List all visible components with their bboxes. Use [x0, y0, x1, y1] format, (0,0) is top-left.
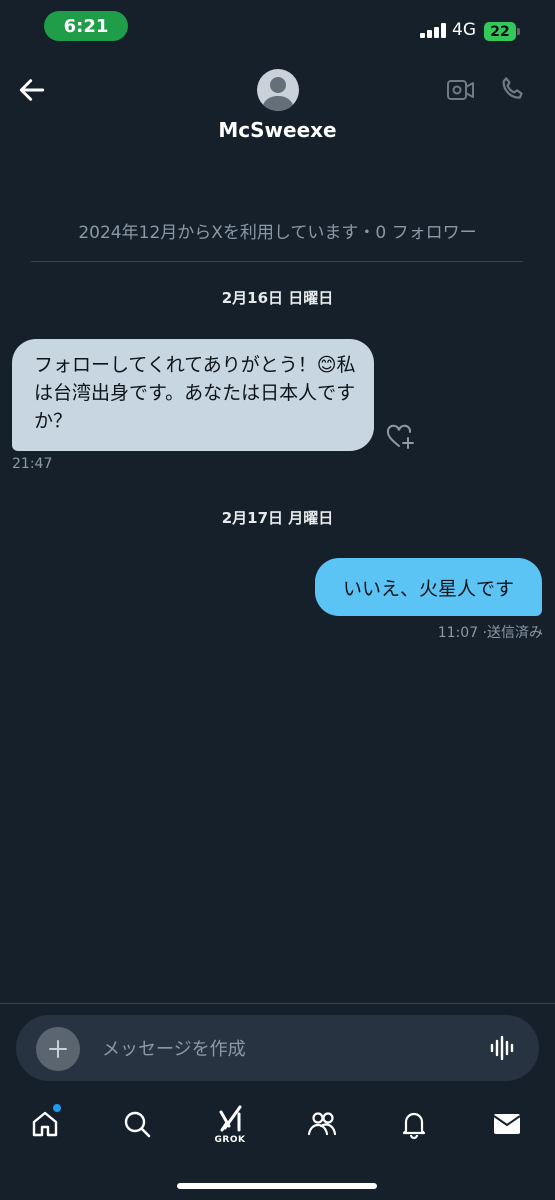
- incoming-message-bubble[interactable]: フォローしてくれてありがとう！😊私は台湾出身です。あなたは日本人ですか？: [12, 339, 374, 451]
- communities-icon[interactable]: [304, 1106, 340, 1142]
- grok-icon[interactable]: [212, 1102, 248, 1138]
- message-timestamp: 21:47: [12, 456, 53, 472]
- date-separator: 2月16日 日曜日: [221, 289, 334, 307]
- outgoing-message-bubble[interactable]: いいえ、火星人です: [315, 558, 542, 616]
- video-call-icon[interactable]: [446, 76, 476, 104]
- phone-call-icon[interactable]: [498, 74, 528, 104]
- header-divider: [31, 261, 523, 262]
- plus-icon: [49, 1040, 67, 1058]
- voice-message-icon[interactable]: [488, 1034, 516, 1062]
- back-arrow-icon[interactable]: [16, 74, 48, 106]
- message-input[interactable]: [100, 1028, 474, 1070]
- add-attachment-button[interactable]: [36, 1027, 80, 1071]
- search-icon[interactable]: [119, 1106, 155, 1142]
- battery-tip: [517, 28, 520, 35]
- contact-name[interactable]: McSweexe: [0, 118, 555, 142]
- network-type: 4G: [452, 20, 476, 40]
- add-reaction-heart-icon[interactable]: [384, 421, 416, 451]
- home-indicator[interactable]: [177, 1183, 377, 1189]
- status-time: 6:21: [44, 11, 128, 41]
- cellular-signal-icon: [420, 22, 446, 38]
- grok-label[interactable]: GROK: [212, 1135, 248, 1145]
- home-notification-badge: [53, 1104, 61, 1112]
- avatar[interactable]: [257, 69, 299, 111]
- account-join-info: 2024年12月からXを利用しています・0 フォロワー: [78, 223, 477, 243]
- battery-level: 22: [484, 22, 516, 41]
- default-avatar-icon: [262, 77, 294, 111]
- notifications-icon[interactable]: [396, 1106, 432, 1142]
- message-timestamp-sent: 11:07 ·送信済み: [437, 625, 543, 641]
- composer-divider: [0, 1003, 555, 1004]
- date-separator: 2月17日 月曜日: [221, 509, 334, 527]
- messages-icon[interactable]: [489, 1106, 525, 1142]
